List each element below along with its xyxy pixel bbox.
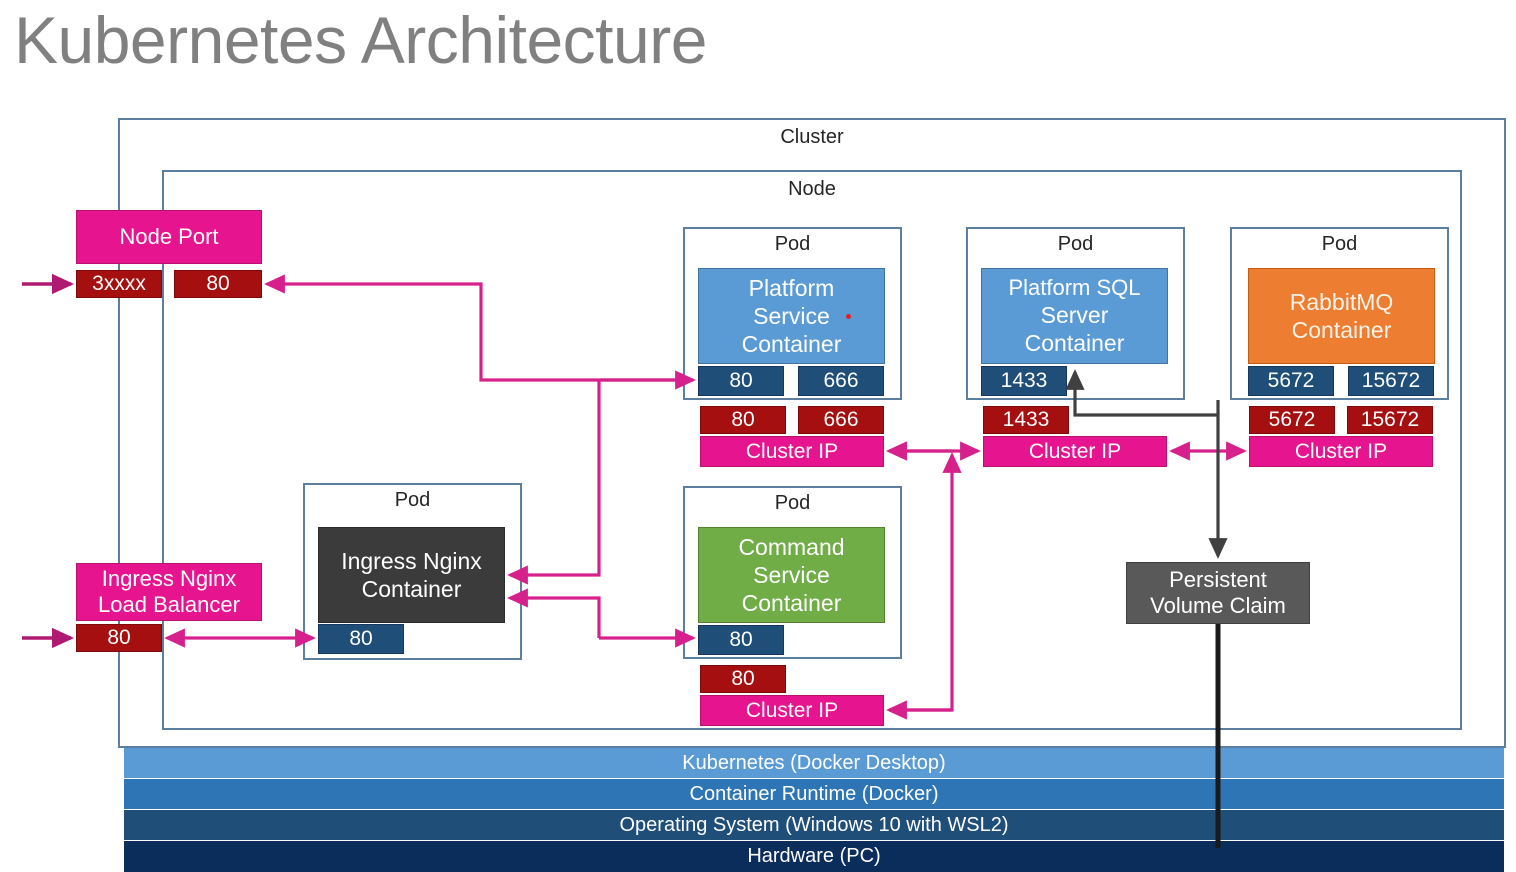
container-line-2: Service — [753, 561, 830, 588]
stack-layer-kubernetes: Kubernetes (Docker Desktop) — [124, 748, 1504, 779]
container-line-3: Container — [741, 590, 842, 617]
page-title: Kubernetes Architecture — [14, 3, 707, 77]
cluster-ip-command-service[interactable]: Cluster IP — [700, 695, 884, 726]
load-balancer-port-80: 80 — [76, 624, 162, 652]
service-port-80: 80 — [700, 406, 786, 434]
container-port-5672: 5672 — [1248, 366, 1334, 396]
ingress-load-balancer-service[interactable]: Ingress Nginx Load Balancer — [76, 563, 262, 621]
diagram-canvas: Kubernetes Architecture Cluster Node Nod… — [0, 0, 1516, 872]
service-port-666: 666 — [798, 406, 884, 434]
pod-label: Pod — [1321, 233, 1358, 255]
pod-label: Pod — [1057, 233, 1094, 255]
node-port-port-3xxxx: 3xxxx — [76, 270, 162, 298]
container-platform-service: Platform Service Container — [698, 268, 885, 364]
stack-layer-operating-system: Operating System (Windows 10 with WSL2) — [124, 810, 1504, 841]
persistent-volume-claim[interactable]: Persistent Volume Claim — [1126, 562, 1310, 624]
container-rabbitmq: RabbitMQ Container — [1248, 268, 1435, 364]
container-ingress-nginx: Ingress Nginx Container — [318, 527, 505, 623]
container-line-1: RabbitMQ — [1289, 288, 1394, 315]
container-port-80: 80 — [698, 625, 784, 655]
container-command-service: Command Service Container — [698, 527, 885, 623]
red-dot-artifact — [846, 314, 851, 319]
service-port-1433: 1433 — [983, 406, 1069, 434]
stack-layer-hardware: Hardware (PC) — [124, 841, 1504, 872]
service-port-80: 80 — [700, 665, 786, 693]
service-port-5672: 5672 — [1249, 406, 1335, 434]
load-balancer-name-line1: Ingress Nginx — [101, 565, 237, 591]
container-line-2: Server — [1040, 302, 1109, 329]
cluster-ip-platform-sql-server[interactable]: Cluster IP — [983, 436, 1167, 467]
container-line-1: Platform — [748, 274, 835, 301]
container-port-80: 80 — [698, 366, 784, 396]
pod-label: Pod — [774, 492, 811, 514]
container-line-3: Container — [741, 331, 842, 358]
pod-label: Pod — [774, 233, 811, 255]
container-line-2: Service — [753, 302, 830, 329]
container-port-1433: 1433 — [981, 366, 1067, 396]
container-line-2: Container — [361, 576, 462, 602]
container-line-2: Container — [1291, 317, 1392, 343]
container-platform-sql-server: Platform SQL Server Container — [981, 268, 1168, 364]
pvc-line-2: Volume Claim — [1150, 593, 1286, 618]
stack-layer-container-runtime: Container Runtime (Docker) — [124, 779, 1504, 810]
pod-label: Pod — [394, 489, 431, 511]
container-line-1: Ingress Nginx — [341, 547, 482, 574]
container-port-666: 666 — [798, 366, 884, 396]
container-port-15672: 15672 — [1348, 366, 1434, 396]
cluster-label: Cluster — [780, 126, 844, 148]
node-port-service[interactable]: Node Port — [76, 210, 262, 264]
node-label: Node — [788, 178, 836, 200]
container-line-1: Command — [738, 533, 845, 560]
pvc-line-1: Persistent — [1169, 566, 1267, 592]
cluster-ip-rabbitmq[interactable]: Cluster IP — [1249, 436, 1433, 467]
node-port-port-80: 80 — [174, 270, 262, 298]
container-line-3: Container — [1024, 330, 1125, 357]
service-port-15672: 15672 — [1347, 406, 1433, 434]
cluster-ip-platform-service[interactable]: Cluster IP — [700, 436, 884, 467]
container-line-1: Platform SQL — [1008, 274, 1141, 300]
container-port-80: 80 — [318, 624, 404, 654]
load-balancer-name-line2: Load Balancer — [98, 592, 240, 617]
